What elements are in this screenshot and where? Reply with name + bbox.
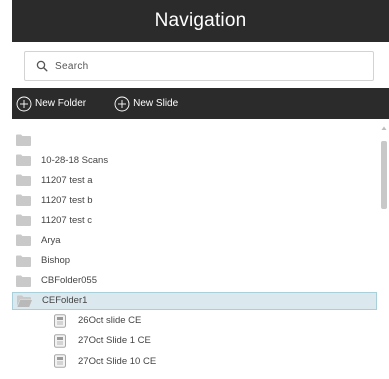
folder-item[interactable]: Arya xyxy=(12,231,377,249)
plus-circle-icon xyxy=(114,96,130,112)
folder-list: 10-28-18 Scans 11207 test a 11207 test b… xyxy=(12,131,377,372)
folder-label: 11207 test a xyxy=(41,174,93,186)
folder-item-selected[interactable]: CEFolder1 xyxy=(12,291,377,310)
folder-tree: 10-28-18 Scans 11207 test a 11207 test b… xyxy=(12,119,389,379)
panel-title-bar: Navigation xyxy=(12,0,389,42)
folder-item[interactable]: Bishop xyxy=(12,252,377,270)
slide-label: 27Oct Slide 10 CE xyxy=(78,355,157,367)
folder-item[interactable] xyxy=(12,131,377,149)
open-folder-icon xyxy=(17,295,32,307)
folder-label: Bishop xyxy=(41,255,71,267)
plus-circle-icon xyxy=(16,96,32,112)
panel-title: Navigation xyxy=(154,10,247,31)
folder-icon xyxy=(16,275,31,287)
search-box[interactable] xyxy=(24,51,374,81)
slide-icon xyxy=(54,354,66,368)
slide-item[interactable]: 27Oct Slide 10 CE xyxy=(12,352,377,370)
search-input[interactable] xyxy=(55,60,355,72)
new-folder-label: New Folder xyxy=(35,98,87,109)
folder-icon xyxy=(16,234,31,247)
slide-label: 27Oct Slide 1 CE xyxy=(78,335,151,347)
slide-icon xyxy=(54,314,66,328)
vertical-scrollbar[interactable] xyxy=(379,125,389,379)
scroll-up-arrow-icon[interactable] xyxy=(381,125,387,131)
slide-item[interactable]: 26Oct slide CE xyxy=(12,312,377,330)
slide-item[interactable]: 27Oct Slide 1 CE xyxy=(12,332,377,350)
folder-item[interactable]: CBFolder055 xyxy=(12,272,377,290)
folder-item[interactable]: 11207 test a xyxy=(12,171,377,189)
new-slide-label: New Slide xyxy=(133,98,179,109)
folder-icon xyxy=(16,255,31,267)
folder-icon xyxy=(16,174,31,187)
new-slide-button[interactable]: New Slide xyxy=(114,96,178,112)
search-area xyxy=(12,42,389,89)
folder-icon xyxy=(16,154,31,167)
slide-icon xyxy=(54,334,66,348)
toolbar: New Folder New Slide xyxy=(12,88,389,119)
folder-label: CBFolder055 xyxy=(41,275,97,287)
slide-label: 26Oct slide CE xyxy=(78,315,142,327)
folder-label: CEFolder1 xyxy=(42,295,88,307)
scrollbar-thumb[interactable] xyxy=(381,141,387,209)
folder-item[interactable]: 11207 test c xyxy=(12,211,377,229)
folder-label: 11207 test b xyxy=(41,194,93,206)
navigation-panel: Navigation New Folder xyxy=(0,0,389,379)
folder-icon xyxy=(16,214,31,227)
folder-icon xyxy=(16,134,31,146)
folder-label: Arya xyxy=(41,234,61,246)
folder-item[interactable]: 10-28-18 Scans xyxy=(12,151,377,169)
folder-label: 11207 test c xyxy=(41,214,93,226)
folder-icon xyxy=(16,194,31,207)
folder-label: 10-28-18 Scans xyxy=(41,154,109,166)
new-folder-button[interactable]: New Folder xyxy=(16,96,86,112)
folder-item[interactable]: 11207 test b xyxy=(12,191,377,209)
search-icon xyxy=(35,59,49,73)
